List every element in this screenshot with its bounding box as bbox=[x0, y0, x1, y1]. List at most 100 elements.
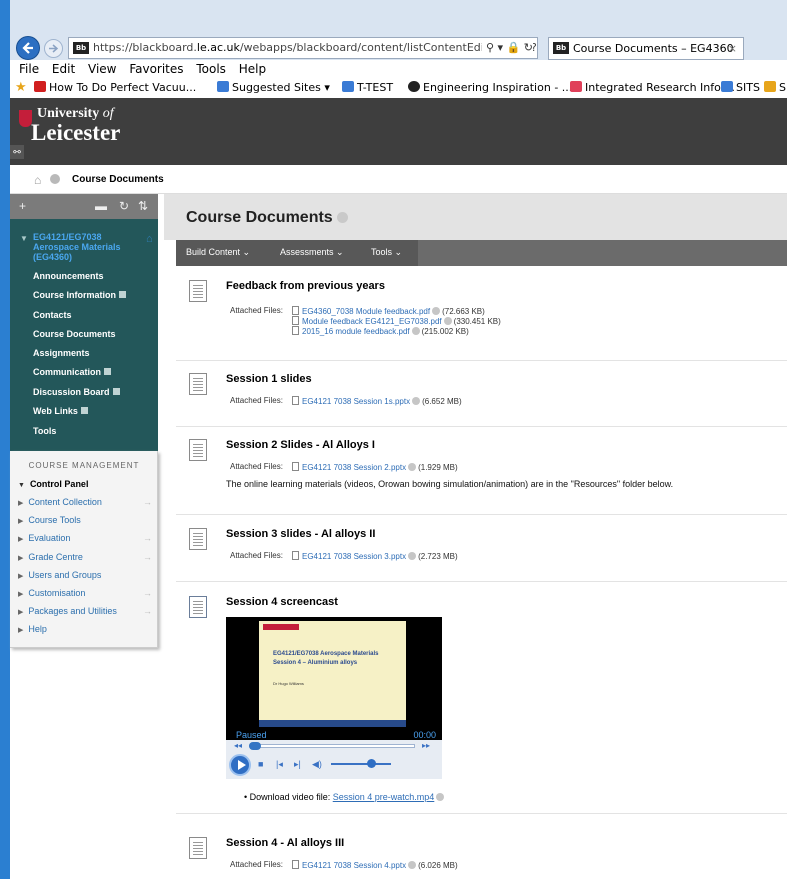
item-title[interactable]: Session 3 slides - Al alloys II bbox=[226, 528, 375, 540]
collapsed-triangle-icon: ▶ bbox=[18, 554, 24, 562]
collapsed-triangle-icon: ▶ bbox=[18, 500, 24, 507]
volume-handle[interactable] bbox=[367, 759, 376, 768]
item-title[interactable]: Session 1 slides bbox=[226, 373, 312, 385]
chevron-down-icon[interactable] bbox=[50, 174, 60, 184]
add-menu-item-icon[interactable]: + bbox=[19, 199, 26, 213]
fav-item-vacuum[interactable]: How To Do Perfect Vacuu... bbox=[34, 78, 196, 98]
control-panel-content-collection[interactable]: ▶ Content Collection → bbox=[18, 497, 152, 507]
sidebar-item-contacts[interactable]: Contacts bbox=[33, 310, 72, 320]
collapse-icon[interactable]: ▼ bbox=[20, 234, 28, 243]
play-button[interactable] bbox=[229, 754, 251, 776]
forward-button[interactable] bbox=[44, 39, 63, 58]
home-icon[interactable]: ⌂ bbox=[34, 173, 41, 187]
menu-file[interactable]: File bbox=[19, 60, 39, 78]
course-name[interactable]: EG4121/EG7038 Aerospace Materials (EG436… bbox=[33, 232, 138, 262]
back-button[interactable] bbox=[16, 36, 40, 60]
fav-item-research[interactable]: Integrated Research Infor... bbox=[570, 78, 735, 98]
attached-file[interactable]: EG4121 7038 Session 1s.pptx (6.652 MB) bbox=[292, 396, 462, 406]
options-icon[interactable] bbox=[436, 793, 445, 801]
dropdown-icon[interactable]: ▾ bbox=[498, 41, 504, 54]
download-video-link[interactable]: Session 4 pre-watch.mp4 bbox=[333, 792, 435, 802]
options-icon[interactable] bbox=[412, 397, 421, 405]
sidebar-item-communication[interactable]: Communication bbox=[33, 367, 112, 377]
options-icon[interactable] bbox=[432, 307, 441, 315]
sidebar-item-announcements[interactable]: Announcements bbox=[33, 271, 104, 281]
next-icon[interactable]: ▸| bbox=[294, 759, 301, 770]
research-icon bbox=[570, 81, 582, 92]
sidebar-item-discussion-board[interactable]: Discussion Board bbox=[33, 387, 120, 397]
video-player[interactable]: EG4121/EG7038 Aerospace Materials Sessio… bbox=[226, 617, 442, 779]
tools-button[interactable]: Tools ⌄ bbox=[371, 247, 402, 258]
url-prefix: https://blackboard. bbox=[93, 41, 197, 54]
volume-icon[interactable]: ◀) bbox=[312, 759, 322, 770]
options-icon[interactable] bbox=[408, 463, 417, 471]
item-title[interactable]: Session 4 screencast bbox=[226, 596, 338, 608]
volume-slider[interactable] bbox=[331, 759, 391, 768]
fav-item-suggested[interactable]: Suggested Sites ▾ bbox=[217, 78, 330, 98]
folder-view-icon[interactable]: ▬ bbox=[95, 199, 107, 213]
slide-footer bbox=[259, 720, 406, 727]
options-icon[interactable] bbox=[408, 861, 417, 869]
sidebar-item-assignments[interactable]: Assignments bbox=[33, 348, 90, 358]
fav-item-space[interactable]: Space Vehicle Desi bbox=[764, 78, 787, 98]
fast-forward-icon[interactable]: ▸▸ bbox=[422, 741, 430, 750]
attached-file[interactable]: EG4360_7038 Module feedback.pdf (72.663 K… bbox=[292, 306, 485, 316]
build-content-button[interactable]: Build Content ⌄ bbox=[186, 247, 250, 258]
search-icon[interactable]: ⚲ bbox=[486, 41, 494, 54]
sidebar-item-tools[interactable]: Tools bbox=[33, 426, 56, 436]
sidebar-item-course-information[interactable]: Course Information bbox=[33, 290, 127, 300]
attached-file[interactable]: Module feedback EG4121_EG7038.pdf (330.45… bbox=[292, 316, 501, 326]
control-panel-users-and-groups[interactable]: ▶ Users and Groups bbox=[18, 570, 152, 580]
control-panel-packages-and-utilities[interactable]: ▶ Packages and Utilities → bbox=[18, 606, 152, 616]
item-title[interactable]: Session 2 Slides - Al Alloys I bbox=[226, 439, 375, 451]
stop-icon[interactable]: ■ bbox=[258, 759, 263, 769]
document-icon bbox=[189, 439, 207, 461]
seek-handle[interactable] bbox=[249, 742, 261, 750]
close-tab-icon[interactable]: × bbox=[728, 38, 737, 59]
fav-item-ttest[interactable]: T-TEST bbox=[342, 78, 393, 98]
options-icon[interactable] bbox=[411, 327, 420, 335]
course-home-icon[interactable]: ⌂ bbox=[146, 233, 153, 245]
menu-favorites[interactable]: Favorites bbox=[129, 60, 183, 78]
attached-file[interactable]: EG4121 7038 Session 3.pptx (2.723 MB) bbox=[292, 551, 458, 561]
rewind-icon[interactable]: ◂◂ bbox=[234, 741, 242, 750]
link-icon[interactable]: ⚯ bbox=[10, 145, 24, 159]
page-icon bbox=[217, 81, 229, 92]
favorites-star-icon[interactable]: ★ bbox=[15, 81, 27, 95]
sidebar-item-course-documents[interactable]: Course Documents bbox=[33, 329, 116, 339]
item-title[interactable]: Session 4 - Al alloys III bbox=[226, 837, 344, 849]
options-icon[interactable] bbox=[408, 552, 417, 560]
attached-file[interactable]: 2015_16 module feedback.pdf (215.002 KB) bbox=[292, 326, 469, 336]
browser-tab[interactable]: Bb Course Documents – EG4360 × bbox=[548, 37, 744, 60]
menu-help[interactable]: Help bbox=[239, 60, 266, 78]
refresh-icon[interactable]: ↻ bbox=[524, 41, 533, 54]
item-title[interactable]: Feedback from previous years bbox=[226, 280, 385, 292]
control-panel-help[interactable]: ▶ Help bbox=[18, 624, 152, 634]
menu-view[interactable]: View bbox=[88, 60, 116, 78]
address-tools[interactable]: ⚲ ▾ 🔒 ↻ bbox=[481, 38, 533, 58]
fav-item-engineering[interactable]: Engineering Inspiration - ... bbox=[408, 78, 572, 98]
collapsed-triangle-icon: ▶ bbox=[18, 609, 24, 617]
file-icon bbox=[292, 316, 299, 325]
control-panel-evaluation[interactable]: ▶ Evaluation → bbox=[18, 533, 152, 543]
fav-item-sits[interactable]: SITS bbox=[721, 78, 760, 98]
sidebar-item-web-links[interactable]: Web Links bbox=[33, 406, 88, 416]
previous-icon[interactable]: |◂ bbox=[276, 759, 283, 770]
download-line: • Download video file: Session 4 pre-wat… bbox=[244, 792, 446, 802]
attached-file[interactable]: EG4121 7038 Session 4.pptx (6.026 MB) bbox=[292, 860, 458, 870]
refresh-icon[interactable]: ↻ bbox=[119, 199, 129, 213]
control-panel-grade-centre[interactable]: ▶ Grade Centre → bbox=[18, 552, 152, 562]
menu-edit[interactable]: Edit bbox=[52, 60, 75, 78]
lock-icon: 🔒 bbox=[506, 41, 521, 54]
assessments-button[interactable]: Assessments ⌄ bbox=[280, 247, 344, 258]
control-panel-customisation[interactable]: ▶ Customisation → bbox=[18, 588, 152, 598]
menu-tools[interactable]: Tools bbox=[196, 60, 226, 78]
chevron-down-icon[interactable] bbox=[336, 212, 348, 223]
control-panel-course-tools[interactable]: ▶ Course Tools bbox=[18, 515, 152, 525]
address-bar[interactable]: Bb https://blackboard.le.ac.uk/webapps/b… bbox=[68, 37, 538, 59]
reorder-icon[interactable]: ⇅ bbox=[138, 199, 148, 213]
control-panel-toggle[interactable]: ▼ Control Panel bbox=[18, 479, 152, 489]
options-icon[interactable] bbox=[443, 317, 452, 325]
seek-bar[interactable] bbox=[249, 742, 415, 750]
attached-file[interactable]: EG4121 7038 Session 2.pptx (1.929 MB) bbox=[292, 462, 458, 472]
